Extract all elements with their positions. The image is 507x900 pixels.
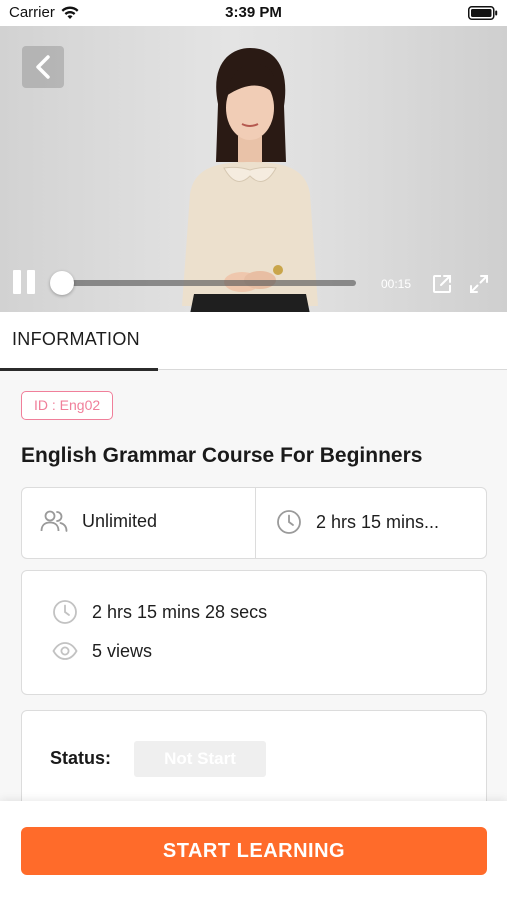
back-button[interactable] bbox=[22, 46, 64, 88]
tab-information-label: INFORMATION bbox=[12, 329, 140, 349]
status-bar: Carrier 3:39 PM bbox=[0, 0, 507, 26]
presenter-image bbox=[182, 48, 318, 312]
course-stats-card: 2 hrs 15 mins 28 secs 5 views bbox=[21, 570, 487, 695]
tab-bar: INFORMATION bbox=[0, 312, 507, 371]
external-link-icon[interactable] bbox=[431, 273, 453, 295]
clock-icon bbox=[277, 510, 301, 534]
course-id-badge: ID : Eng02 bbox=[21, 391, 114, 420]
expand-icon[interactable] bbox=[468, 273, 490, 295]
clock: 3:39 PM bbox=[225, 4, 282, 21]
capacity-row: Unlimited bbox=[40, 509, 157, 533]
duration-short: 2 hrs 15 mins... bbox=[316, 511, 440, 532]
duration-full: 2 hrs 15 mins 28 secs bbox=[92, 601, 268, 622]
battery-icon bbox=[468, 6, 498, 20]
pause-button[interactable] bbox=[13, 270, 39, 298]
current-time: 00:15 bbox=[381, 277, 412, 291]
status-label: Status: bbox=[50, 748, 112, 768]
pause-icon-bar bbox=[27, 270, 35, 294]
chevron-left-icon bbox=[36, 55, 50, 79]
clock-icon bbox=[53, 600, 77, 624]
duration-row: 2 hrs 15 mins 28 secs bbox=[52, 599, 267, 625]
course-info: ID : Eng02 English Grammar Course For Be… bbox=[0, 371, 507, 820]
eye-icon bbox=[52, 642, 78, 660]
card-divider bbox=[255, 488, 256, 558]
course-summary-card: Unlimited 2 hrs 15 mins... bbox=[21, 487, 487, 559]
video-player[interactable]: 00:15 bbox=[0, 26, 507, 312]
start-learning-button[interactable]: START LEARNING bbox=[21, 827, 487, 875]
screen: Carrier 3:39 PM 00:15 INFORMATION ID: E… bbox=[0, 0, 507, 900]
views-count: 5 views bbox=[92, 640, 153, 661]
pause-icon bbox=[13, 270, 21, 294]
views-row: 5 views bbox=[52, 638, 152, 664]
progress-knob[interactable] bbox=[50, 271, 74, 295]
capacity-value: Unlimited bbox=[82, 510, 158, 531]
users-icon bbox=[40, 510, 68, 532]
duration-summary-row: 2 hrs 15 mins... bbox=[276, 509, 439, 535]
status-badge: Not Start bbox=[134, 741, 266, 777]
course-title: English Grammar Course For Beginners bbox=[21, 444, 423, 467]
bottom-action-bar: START LEARNING bbox=[0, 801, 507, 900]
tab-information[interactable]: INFORMATION bbox=[0, 312, 158, 371]
progress-track[interactable] bbox=[62, 280, 356, 286]
